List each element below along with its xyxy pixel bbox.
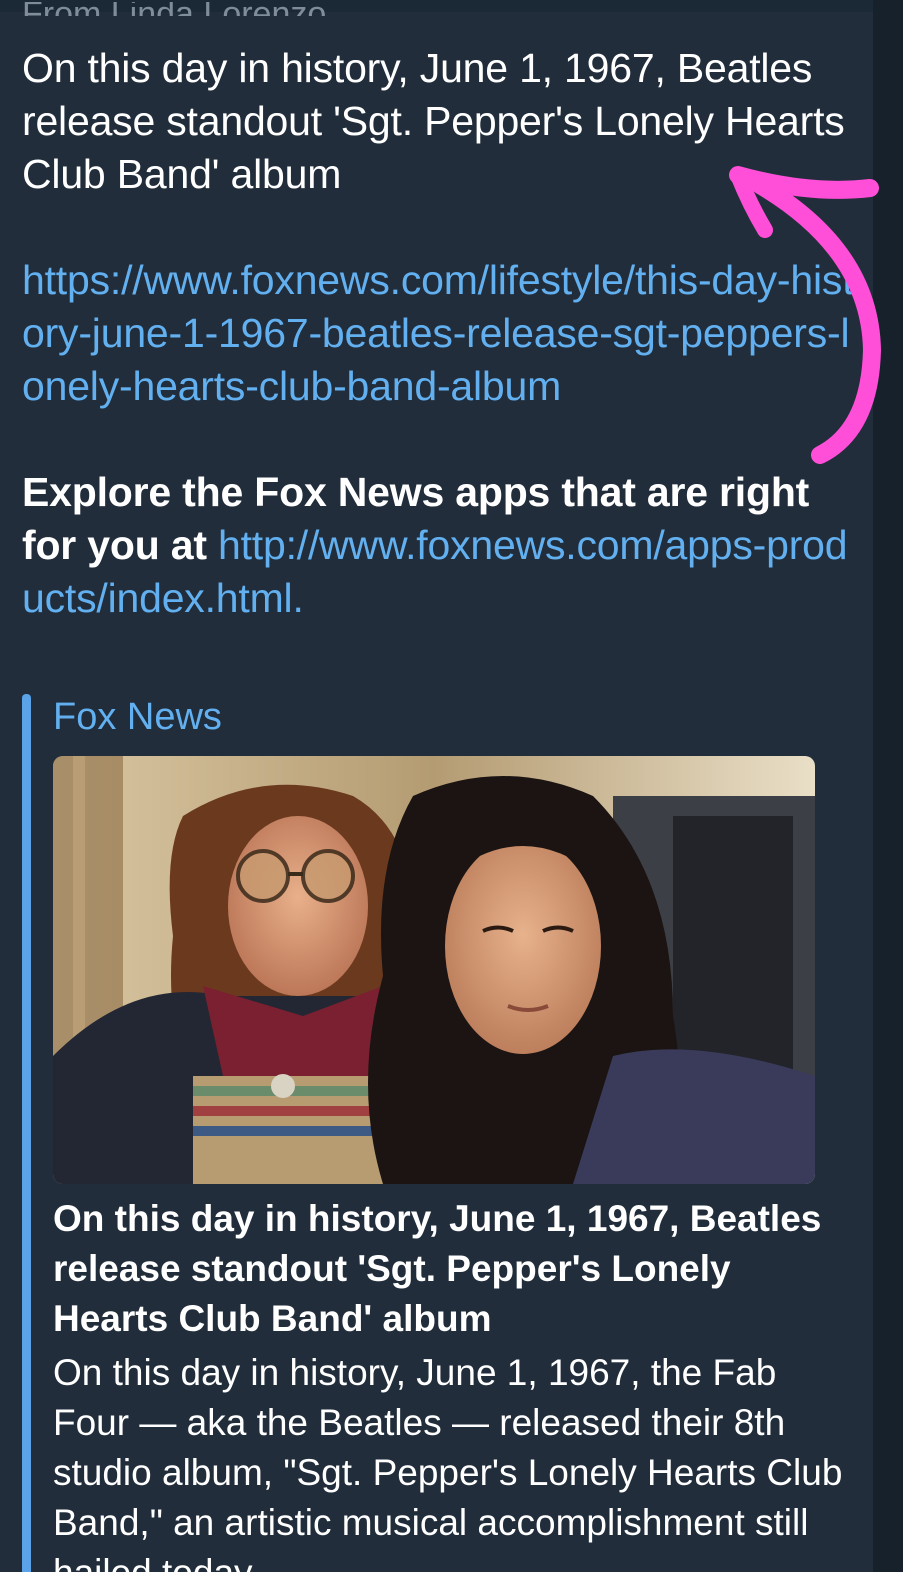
explore-text: Explore the Fox News apps that are right… <box>22 466 862 625</box>
preview-image[interactable] <box>53 756 815 1184</box>
preview-title: On this day in history, June 1, 1967, Be… <box>53 1198 822 1339</box>
chat-screen: From Linda Lorenzo On this day in histor… <box>0 0 903 1572</box>
preview-accent-bar <box>22 694 31 1572</box>
hand-drawn-arrow-icon <box>729 166 882 464</box>
link-preview[interactable]: Fox News On this day in history, June 1,… <box>22 694 842 1572</box>
preview-site-name: Fox News <box>53 696 222 738</box>
sender-name: From Linda Lorenzo <box>22 2 326 16</box>
preview-description: On this day in history, June 1, 1967, th… <box>53 1352 843 1572</box>
